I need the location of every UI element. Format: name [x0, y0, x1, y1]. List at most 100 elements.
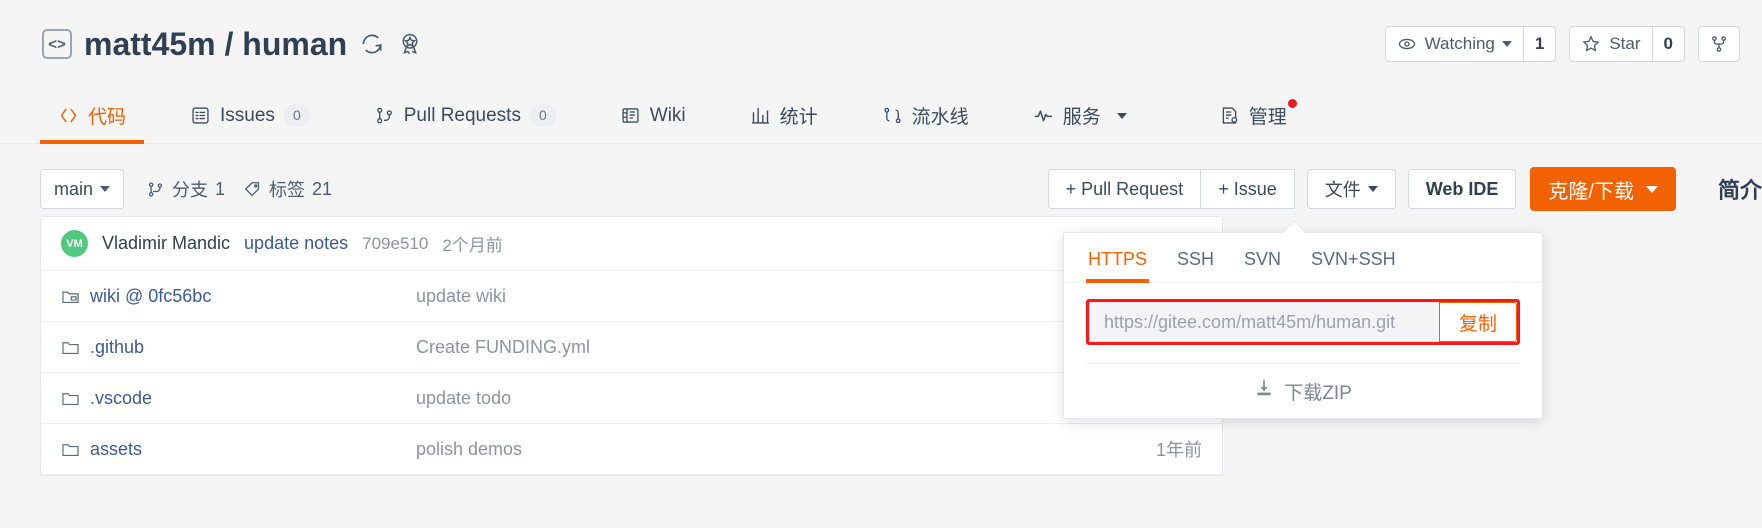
- tab-pipeline[interactable]: 流水线: [864, 88, 987, 143]
- sync-circle-icon[interactable]: [359, 31, 385, 57]
- file-name-cell[interactable]: wiki @ 0fc56bc: [61, 286, 416, 307]
- page-title[interactable]: matt45m / human: [84, 26, 347, 63]
- file-name-cell[interactable]: .github: [61, 337, 416, 358]
- commit-message[interactable]: update notes: [244, 233, 348, 254]
- chart-icon: [751, 107, 769, 124]
- latest-commit-row: VM Vladimir Mandic update notes 709e510 …: [41, 217, 1222, 271]
- new-pull-request-button[interactable]: + Pull Request: [1047, 169, 1202, 209]
- watch-button[interactable]: Watching: [1386, 27, 1523, 61]
- tab-manage[interactable]: 管理: [1201, 88, 1305, 143]
- branches-label: 分支: [172, 180, 209, 200]
- file-name: assets: [90, 438, 143, 459]
- web-ide-button[interactable]: Web IDE: [1407, 169, 1517, 209]
- tab-pull-requests-label: Pull Requests: [403, 104, 521, 126]
- repo-nav: 代码 Issues 0 Pull Requests 0 Wiki 统计 流水线 …: [0, 88, 1762, 144]
- tab-services-label: 服务: [1062, 107, 1101, 128]
- clone-download-button[interactable]: 克隆/下载: [1530, 167, 1676, 211]
- clone-url-highlight: https://gitee.com/matt45m/human.git 复制: [1086, 299, 1520, 345]
- file-list-panel: VM Vladimir Mandic update notes 709e510 …: [40, 216, 1223, 476]
- commit-sha[interactable]: 709e510: [362, 234, 428, 254]
- chevron-down-icon: [1367, 186, 1378, 192]
- repo-header: <> matt45m / human Watching 1 Star 0: [0, 0, 1762, 88]
- download-zip-button[interactable]: 下载ZIP: [1064, 364, 1542, 418]
- wiki-icon: [622, 108, 639, 123]
- tab-issues[interactable]: Issues 0: [172, 88, 328, 143]
- tab-issues-badge: 0: [283, 104, 310, 127]
- tab-issues-label: Issues: [220, 104, 275, 126]
- code-brackets-icon: <>: [42, 29, 72, 59]
- tab-code-label: 代码: [88, 107, 127, 128]
- folder-icon: [61, 338, 80, 357]
- watch-button-group[interactable]: Watching 1: [1384, 26, 1557, 62]
- file-commit-message: update todo: [416, 387, 512, 408]
- commit-author[interactable]: Vladimir Mandic: [102, 233, 230, 254]
- pulse-icon: [1034, 110, 1052, 122]
- tab-services[interactable]: 服务: [1015, 88, 1145, 143]
- chevron-down-icon: [1645, 185, 1658, 193]
- clone-tab-https[interactable]: HTTPS: [1086, 233, 1150, 283]
- tab-pull-requests[interactable]: Pull Requests 0: [356, 88, 574, 143]
- notification-dot-icon: [1287, 99, 1297, 108]
- file-commit-message: update wiki: [416, 285, 507, 306]
- tags-label: 标签: [269, 180, 306, 200]
- header-actions: Watching 1 Star 0: [1384, 26, 1740, 62]
- tags-count: 21: [312, 178, 333, 199]
- download-zip-label: 下载ZIP: [1284, 382, 1352, 404]
- clone-tab-svn-ssh[interactable]: SVN+SSH: [1309, 233, 1398, 282]
- tab-wiki-label: Wiki: [649, 104, 686, 126]
- tag-icon: [244, 181, 260, 196]
- file-name: wiki @ 0fc56bc: [90, 285, 212, 306]
- table-row[interactable]: assets polish demos 1年前: [41, 424, 1222, 475]
- file-name-cell[interactable]: assets: [61, 439, 416, 460]
- commit-time: 2个月前: [442, 236, 503, 255]
- manage-icon: [1222, 107, 1237, 124]
- avatar[interactable]: VM: [61, 230, 88, 257]
- pipe-icon: [884, 107, 901, 124]
- award-star-icon[interactable]: [397, 31, 423, 57]
- chevron-down-icon: [100, 186, 111, 192]
- files-dropdown-button[interactable]: 文件: [1306, 169, 1396, 209]
- watch-count[interactable]: 1: [1522, 27, 1555, 61]
- repo-toolbar: main 分支 1 标签 21 + Pull Request + Issue 文…: [0, 144, 1762, 216]
- star-label: Star: [1609, 34, 1641, 53]
- copy-button[interactable]: 复制: [1439, 302, 1517, 342]
- file-time: 1年前: [1155, 440, 1202, 460]
- file-commit-message: Create FUNDING.yml: [416, 336, 591, 357]
- folder-icon: [61, 440, 80, 459]
- pr-icon: [376, 107, 392, 124]
- star-count[interactable]: 0: [1651, 27, 1684, 61]
- repo-title: <> matt45m / human: [42, 26, 423, 63]
- file-name: .github: [90, 336, 145, 357]
- table-row[interactable]: .vscode update todo 1年前: [41, 373, 1222, 424]
- tags-link[interactable]: 标签 21: [243, 176, 332, 202]
- branch-selector[interactable]: main: [40, 169, 125, 209]
- clone-tab-ssh[interactable]: SSH: [1175, 233, 1216, 282]
- toolbar-actions: + Pull Request + Issue 文件 Web IDE 克隆/下载: [1047, 167, 1676, 211]
- star-button[interactable]: Star: [1570, 27, 1651, 61]
- file-name: .vscode: [90, 387, 153, 408]
- issue-icon: [192, 107, 209, 124]
- clone-tab-svn[interactable]: SVN: [1242, 233, 1283, 282]
- star-icon: [1582, 35, 1600, 52]
- eye-icon: [1398, 38, 1415, 50]
- code-icon: [60, 108, 77, 123]
- file-name-cell[interactable]: .vscode: [61, 388, 416, 409]
- tab-pull-requests-badge: 0: [529, 104, 556, 127]
- fork-button[interactable]: [1699, 27, 1739, 61]
- fork-button-group[interactable]: [1698, 26, 1740, 62]
- star-button-group[interactable]: Star 0: [1569, 26, 1685, 62]
- download-icon: [1254, 378, 1274, 404]
- table-row[interactable]: .github Create FUNDING.yml: [41, 322, 1222, 373]
- clone-download-label: 克隆/下载: [1548, 180, 1634, 203]
- clone-url-input[interactable]: https://gitee.com/matt45m/human.git: [1089, 302, 1439, 342]
- branch-selector-label: main: [54, 178, 94, 199]
- tab-code[interactable]: 代码: [40, 88, 145, 144]
- about-section-title: 简介: [1717, 178, 1762, 203]
- submodule-icon: [61, 287, 80, 306]
- tab-wiki[interactable]: Wiki: [602, 88, 704, 143]
- new-issue-button[interactable]: + Issue: [1201, 169, 1295, 209]
- tab-stats[interactable]: 统计: [732, 88, 836, 143]
- file-commit-message: polish demos: [416, 438, 523, 459]
- branches-link[interactable]: 分支 1: [146, 176, 225, 202]
- table-row[interactable]: wiki @ 0fc56bc update wiki: [41, 271, 1222, 322]
